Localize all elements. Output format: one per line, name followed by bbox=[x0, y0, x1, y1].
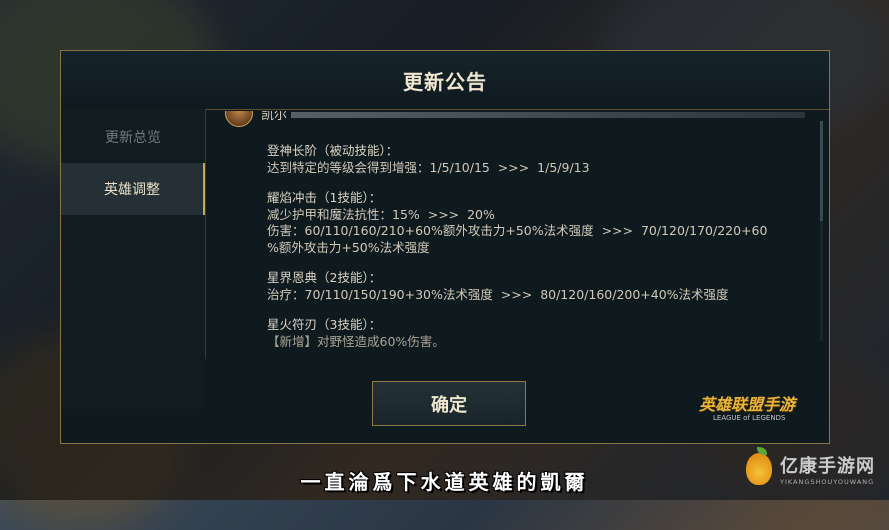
ability-change-line: 伤害：60/110/160/210+60%额外攻击力+50%法术强度 >>> 7… bbox=[267, 223, 768, 238]
hero-name: 凯尔 bbox=[261, 111, 288, 123]
logo-title: 英雄联盟手游 bbox=[699, 395, 796, 414]
tab-label: 英雄调整 bbox=[104, 182, 160, 198]
ability-name: 耀焰冲击（1技能）： bbox=[267, 190, 382, 205]
watermark-text: 亿康手游网 YIKANGSHOUYOUWANG bbox=[780, 452, 875, 486]
confirm-button[interactable]: 确定 bbox=[372, 381, 526, 426]
patch-notes-content[interactable]: 凯尔 登神长阶（被动技能）： 达到特定的等级会得到增强：1/5/10/15 >>… bbox=[221, 111, 811, 361]
ability-name: 星界恩典（2技能）： bbox=[267, 270, 382, 285]
tab-label: 更新总览 bbox=[105, 130, 161, 146]
ability-change-line: %额外攻击力+50%法术强度 bbox=[267, 239, 430, 255]
ability-change-line: 治疗：70/110/150/190+30%法术强度 >>> 80/120/160… bbox=[267, 286, 729, 302]
content-scrollbar[interactable] bbox=[820, 121, 823, 341]
watermark-sub: YIKANGSHOUYOUWANG bbox=[780, 478, 875, 486]
site-watermark: 亿康手游网 YIKANGSHOUYOUWANG bbox=[746, 447, 875, 486]
ability-block-e: 星火符刃（3技能）： 【新增】对野怪造成60%伤害。 bbox=[221, 317, 811, 350]
ability-change-line: 【新增】对野怪造成60%伤害。 bbox=[267, 333, 445, 349]
ability-block-q: 耀焰冲击（1技能）： 减少护甲和魔法抗性：15% >>> 20% 伤害：60/1… bbox=[221, 190, 811, 256]
game-logo: 英雄联盟手游 LEAGUE of LEGENDS bbox=[699, 391, 811, 429]
update-announcement-dialog: 更新公告 更新总览 英雄调整 凯尔 登神长阶（被动技能）： 达到特定的等级会得到… bbox=[60, 50, 830, 444]
sidebar: 更新总览 英雄调整 bbox=[61, 109, 205, 409]
hero-header: 凯尔 bbox=[221, 111, 811, 129]
dialog-header: 更新公告 bbox=[61, 51, 829, 110]
ability-change-line: 减少护甲和魔法抗性：15% >>> 20% bbox=[267, 206, 495, 222]
fruit-logo-icon bbox=[746, 447, 772, 485]
tab-hero-adjustments[interactable]: 英雄调整 bbox=[61, 163, 205, 215]
hero-avatar bbox=[225, 111, 253, 127]
tab-update-overview[interactable]: 更新总览 bbox=[61, 111, 205, 163]
ability-name: 星火符刃（3技能）： bbox=[267, 317, 382, 332]
ability-block-w: 星界恩典（2技能）： 治疗：70/110/150/190+30%法术强度 >>>… bbox=[221, 270, 811, 303]
sidebar-divider bbox=[205, 109, 206, 359]
scrollbar-thumb[interactable] bbox=[820, 121, 823, 221]
dialog-title: 更新公告 bbox=[403, 69, 487, 94]
ability-block-passive: 登神长阶（被动技能）： 达到特定的等级会得到增强：1/5/10/15 >>> 1… bbox=[221, 143, 811, 176]
hero-name-underline bbox=[291, 112, 805, 118]
ability-change-line: 达到特定的等级会得到增强：1/5/10/15 >>> 1/5/9/13 bbox=[267, 159, 590, 175]
logo-subtitle: LEAGUE of LEGENDS bbox=[713, 414, 786, 422]
watermark-name: 亿康手游网 bbox=[780, 456, 875, 477]
ability-name: 登神长阶（被动技能）： bbox=[267, 143, 399, 158]
